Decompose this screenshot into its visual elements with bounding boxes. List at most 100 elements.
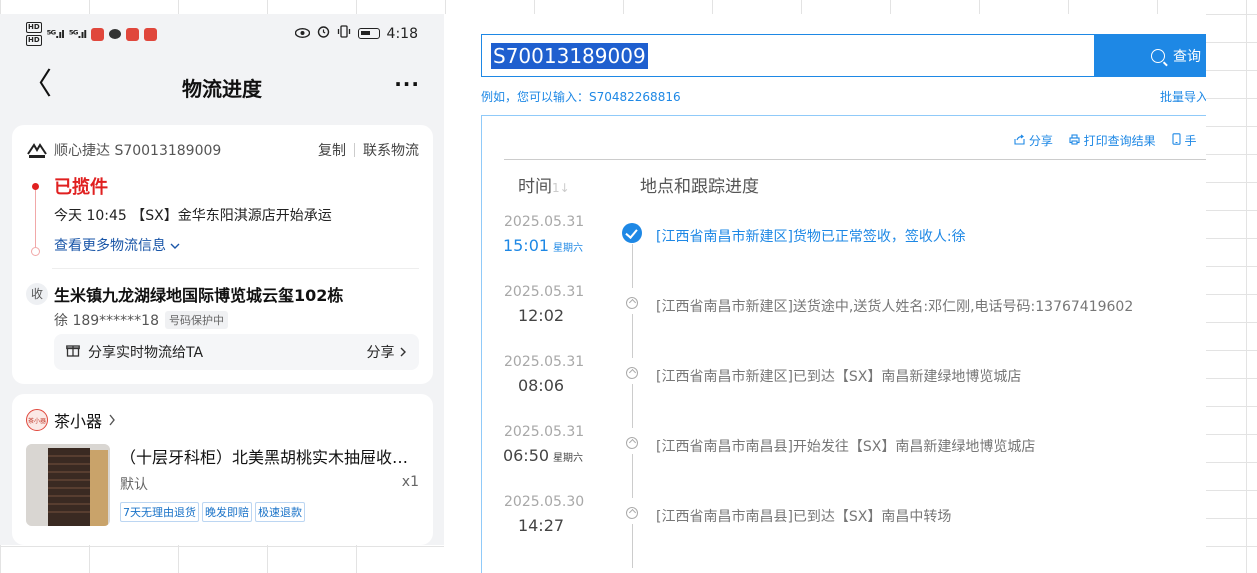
row-date: 2025.05.31 [504, 284, 585, 300]
row-date: 2025.05.30 [504, 494, 585, 510]
search-input-value: S70013189009 [491, 43, 648, 69]
tracking-row: 2025.05.31 15:01 星期六 [江西省南昌市新建区]货物已正常签收，签… [503, 214, 1204, 288]
row-event: [江西省南昌市新建区]货物已正常签收，签收人:徐 [656, 229, 966, 245]
row-time: 14:27 [498, 516, 588, 535]
row-weekday: 星期六 [553, 243, 584, 254]
share-button[interactable]: 分享 [367, 342, 407, 362]
row-time-value: 14:27 [517, 516, 565, 535]
share-link[interactable]: 分享 [1014, 132, 1053, 149]
share-button-label: 分享 [366, 345, 395, 361]
print-results-link[interactable]: 打印查询结果 [1069, 132, 1156, 149]
tracking-result-panel: 分享 打印查询结果 手 时间1↓ 地点和跟踪进度 2025.05.31 15:0… [481, 115, 1206, 573]
column-location: 地点和跟踪进度 [640, 177, 759, 197]
product-spec: 默认 [120, 477, 148, 493]
carrier-logo-icon [26, 139, 48, 161]
vibrate-icon [337, 25, 351, 42]
status-bar-left: HD HD ⁵ᴳ.ıl ⁵ᴳ.ıl [26, 22, 158, 46]
row-date: 2025.05.31 [504, 214, 585, 230]
timeline: 已揽件 今天 10:45 【SX】金华东阳淇源店开始承运 查看更多物流信息 [26, 177, 419, 259]
row-event: [江西省南昌市新建区]已到达【SX】南昌新建绿地博览城店 [656, 369, 1022, 385]
divider [52, 268, 419, 269]
sort-icon: 1↓ [552, 181, 570, 195]
shop-logo-text: 茶小器 [27, 417, 46, 425]
receiver-badge: 收 [26, 283, 48, 305]
status-detail: 今天 10:45 【SX】金华东阳淇源店开始承运 [54, 208, 332, 224]
chevron-right-icon [399, 345, 407, 361]
product-image[interactable] [26, 444, 110, 526]
nav-bar: 〈 物流进度 ··· [0, 66, 444, 106]
more-logistics-label: 查看更多物流信息 [54, 238, 166, 254]
hd-badge: HD [26, 22, 42, 33]
timeline-line [632, 314, 633, 358]
web-tracking-page: S70013189009 查询 例如，您可以输入：S70482268816 批量… [444, 14, 1206, 573]
app-notification-icon [144, 27, 158, 41]
tracking-row: 2025.05.31 12:02 [江西省南昌市新建区]送货途中,送货人姓名:邓… [504, 284, 1204, 358]
shipment-status: 已揽件 [54, 177, 108, 198]
print-results-label: 打印查询结果 [1083, 134, 1156, 148]
divider [354, 143, 355, 157]
row-time: 08:06 [498, 376, 588, 395]
timeline-line [632, 524, 633, 568]
tracking-row: 2025.05.31 06:50 星期六 [江西省南昌市南昌县]开始发往【SX】南… [503, 424, 1204, 498]
row-event: [江西省南昌市南昌县]已到达【SX】南昌中转场 [656, 509, 952, 525]
result-toolbar: 分享 打印查询结果 手 [1014, 132, 1197, 149]
tracking-search-input[interactable]: S70013189009 [481, 34, 1095, 77]
service-tag: 极速退款 [255, 502, 305, 522]
receiver-name-phone: 徐 189******18 [54, 313, 159, 329]
signal-icon: ⁵ᴳ.ıl [68, 27, 87, 41]
timeline-line [632, 244, 633, 288]
page-title: 物流进度 [182, 77, 262, 101]
receiver-contact: 徐 189******18 号码保护中 [54, 310, 228, 330]
share-icon [1014, 134, 1029, 148]
tracking-row: 2025.05.31 08:06 [江西省南昌市新建区]已到达【SX】南昌新建绿… [504, 354, 1204, 428]
row-time: 12:02 [498, 306, 588, 325]
batch-import-link[interactable]: 批量导入 [1160, 88, 1206, 105]
order-card: 茶小器 茶小器 （十层牙科柜）北美黑胡桃实木抽屉收… 默认 x1 7天无理由退货… [12, 394, 433, 545]
privacy-tag: 号码保护中 [165, 311, 228, 329]
row-weekday: 星期六 [553, 453, 584, 464]
more-logistics-link[interactable]: 查看更多物流信息 [54, 235, 180, 255]
product-quantity: x1 [401, 474, 419, 490]
service-tag: 7天无理由退货 [120, 502, 199, 522]
hd-badge: HD [26, 35, 42, 46]
shop-row[interactable]: 茶小器 茶小器 [26, 408, 116, 432]
clock-time: 4:18 [386, 25, 418, 42]
copy-button[interactable]: 复制 [318, 140, 346, 160]
carrier-name-number: 顺心捷达 S70013189009 [54, 143, 222, 159]
signal-icon: ⁵ᴳ.ıl [46, 27, 65, 41]
row-time-value: 08:06 [517, 376, 565, 395]
app-notification-icon [126, 27, 140, 41]
status-bar: HD HD ⁵ᴳ.ıl ⁵ᴳ.ıl 4:18 [0, 14, 444, 54]
share-tracking-label: 分享实时物流给TA [88, 345, 204, 361]
column-time[interactable]: 时间1↓ [518, 172, 570, 197]
timeline-line [35, 187, 36, 253]
tracking-table-header: 时间1↓ 地点和跟踪进度 [504, 159, 1206, 205]
share-link-label: 分享 [1028, 134, 1053, 148]
share-tracking-bar[interactable]: 分享实时物流给TA 分享 [54, 334, 419, 370]
alarm-icon [317, 25, 330, 42]
check-circle-icon [622, 223, 642, 243]
chevron-up-circle-icon [626, 437, 638, 449]
receiver-address: 生米镇九龙湖绿地国际博览城云玺102栋 [54, 286, 344, 305]
gift-icon [66, 343, 80, 361]
chevron-up-circle-icon [626, 297, 638, 309]
row-event: [江西省南昌市南昌县]开始发往【SX】南昌新建绿地博览城店 [656, 439, 1036, 455]
contact-carrier-button[interactable]: 联系物流 [363, 140, 419, 160]
phone-logistics-screen: HD HD ⁵ᴳ.ıl ⁵ᴳ.ıl 4:18 〈 物流进度 ··· 顺心捷达 S… [0, 14, 444, 545]
chevron-up-circle-icon [626, 507, 638, 519]
phone-link-label: 手 [1184, 134, 1197, 148]
service-tag: 晚发即赔 [202, 502, 252, 522]
hd-indicator-stack: HD HD [26, 22, 42, 46]
search-hint: 例如，您可以输入：S70482268816 [481, 90, 681, 104]
timeline-dot [31, 247, 40, 256]
battery-icon [357, 28, 380, 39]
product-title[interactable]: （十层牙科柜）北美黑胡桃实木抽屉收… [120, 444, 420, 468]
eye-icon [294, 26, 310, 42]
logistics-card: 顺心捷达 S70013189009 复制 联系物流 已揽件 今天 10:45 【… [12, 125, 433, 384]
search-icon [1151, 48, 1165, 63]
phone-link[interactable]: 手 [1172, 132, 1197, 149]
service-tags: 7天无理由退货 晚发即赔 极速退款 [120, 502, 305, 522]
query-button-label: 查询 [1173, 48, 1201, 65]
query-button[interactable]: 查询 [1095, 34, 1206, 77]
more-menu-icon[interactable]: ··· [394, 72, 420, 96]
